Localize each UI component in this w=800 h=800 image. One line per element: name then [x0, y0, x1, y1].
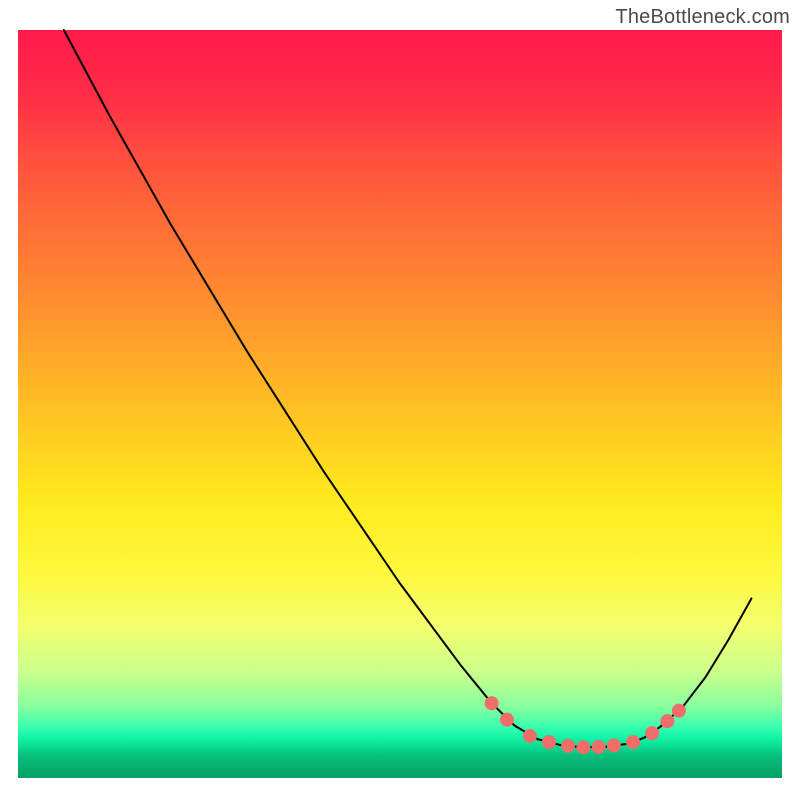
- data-marker: [592, 740, 606, 754]
- data-marker: [660, 714, 674, 728]
- attribution-label: TheBottleneck.com: [615, 6, 790, 29]
- data-marker: [542, 735, 556, 749]
- chart-svg: [0, 0, 800, 800]
- data-marker: [500, 713, 514, 727]
- data-marker: [485, 696, 499, 710]
- data-marker: [672, 704, 686, 718]
- gradient-background: [18, 30, 782, 778]
- data-marker: [561, 739, 575, 753]
- data-marker: [523, 729, 537, 743]
- data-marker: [645, 726, 659, 740]
- data-marker: [607, 738, 621, 752]
- data-marker: [576, 740, 590, 754]
- bottleneck-chart: TheBottleneck.com: [0, 0, 800, 800]
- data-marker: [626, 735, 640, 749]
